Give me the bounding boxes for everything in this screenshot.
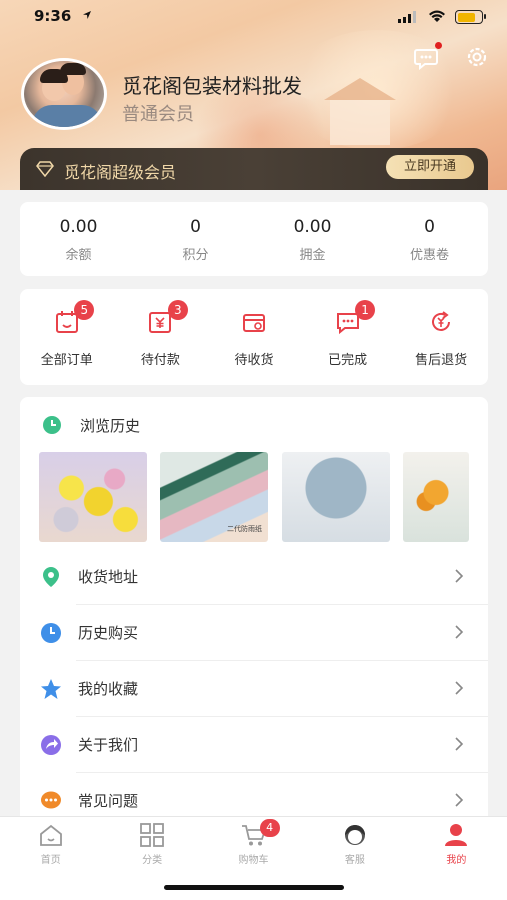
battery-icon bbox=[455, 10, 486, 24]
status-time: 9:36 bbox=[34, 7, 72, 25]
location-pin-icon bbox=[43, 567, 59, 587]
user-icon bbox=[445, 824, 468, 846]
stat-value: 0.00 bbox=[59, 217, 98, 237]
status-bar: 9:36 bbox=[0, 0, 507, 34]
order-label: 全部订单 bbox=[40, 353, 93, 368]
tab-home[interactable]: 首页 bbox=[0, 817, 101, 900]
order-badge: 5 bbox=[74, 300, 95, 320]
grid-icon bbox=[140, 823, 165, 847]
menu-label: 历史购买 bbox=[78, 624, 139, 642]
menu-label: 我的收藏 bbox=[78, 680, 139, 698]
tab-label: 客服 bbox=[344, 855, 365, 866]
tab-label: 购物车 bbox=[238, 855, 269, 866]
history-thumb-bouquet[interactable] bbox=[282, 452, 390, 542]
stat-value: 0.00 bbox=[293, 217, 332, 237]
vip-label: 觅花阁超级会员 bbox=[64, 163, 177, 182]
wifi-icon bbox=[429, 10, 445, 22]
service-agent-icon bbox=[344, 825, 365, 845]
cart-badge: 4 bbox=[259, 819, 280, 837]
avatar[interactable] bbox=[21, 58, 107, 130]
history-thumb-wrapping-paper[interactable]: 二代防雨纸 bbox=[160, 452, 268, 542]
menu-purchase-history[interactable]: 历史购买 bbox=[20, 605, 488, 661]
message-dot bbox=[435, 42, 442, 49]
order-completed[interactable]: 1 已完成 bbox=[301, 289, 395, 385]
order-all[interactable]: 5 全部订单 bbox=[20, 289, 114, 385]
order-label: 待收货 bbox=[234, 353, 274, 368]
chevron-right-icon bbox=[455, 625, 464, 639]
stat-label: 余额 bbox=[65, 248, 92, 263]
header-house-illustration bbox=[324, 78, 396, 145]
chevron-right-icon bbox=[455, 569, 464, 583]
order-label: 待付款 bbox=[140, 353, 180, 368]
star-icon bbox=[41, 679, 61, 699]
stat-balance[interactable]: 0.00 余额 bbox=[20, 202, 137, 276]
account-stats: 0.00 余额 0 积分 0.00 拥金 0 优惠卷 bbox=[20, 202, 488, 276]
order-badge: 1 bbox=[355, 300, 376, 320]
tab-label: 我的 bbox=[446, 855, 467, 866]
stat-coupons[interactable]: 0 优惠卷 bbox=[371, 202, 488, 276]
history-thumb-balloons[interactable] bbox=[39, 452, 147, 542]
chevron-right-icon bbox=[455, 681, 464, 695]
stat-label: 积分 bbox=[182, 248, 209, 263]
tab-label: 首页 bbox=[40, 855, 61, 866]
shop-name: 觅花阁包装材料批发 bbox=[122, 74, 302, 98]
order-label: 售后退货 bbox=[415, 353, 468, 368]
history-thumb-sunflowers[interactable] bbox=[403, 452, 469, 542]
vip-activate-button[interactable]: 立即开通 bbox=[386, 155, 474, 179]
thumb-caption: 二代防雨纸 bbox=[227, 525, 262, 533]
tab-label: 分类 bbox=[142, 855, 163, 866]
stat-points[interactable]: 0 积分 bbox=[137, 202, 254, 276]
stat-label: 优惠卷 bbox=[409, 248, 449, 263]
tab-mine[interactable]: 我的 bbox=[406, 817, 507, 900]
yen-refund-icon bbox=[432, 311, 451, 331]
member-level: 普通会员 bbox=[122, 104, 194, 125]
signal-icon bbox=[398, 11, 416, 23]
diamond-icon bbox=[36, 161, 54, 177]
package-icon bbox=[242, 314, 265, 332]
stat-label: 拥金 bbox=[299, 248, 326, 263]
home-indicator bbox=[164, 885, 344, 890]
menu-about-us[interactable]: 关于我们 bbox=[20, 717, 488, 773]
home-icon bbox=[39, 824, 62, 846]
stat-commission[interactable]: 0.00 拥金 bbox=[254, 202, 371, 276]
location-arrow-icon bbox=[83, 11, 91, 19]
menu-label: 关于我们 bbox=[78, 736, 139, 754]
order-badge: 3 bbox=[167, 300, 188, 320]
browse-history-title: 浏览历史 bbox=[80, 417, 141, 435]
gear-icon[interactable] bbox=[464, 44, 490, 70]
order-pending-payment[interactable]: 3 待付款 bbox=[114, 289, 208, 385]
order-shortcuts: 5 全部订单 3 待付款 待收货 1 已完成 售后退货 bbox=[20, 289, 488, 385]
menu-label: 收货地址 bbox=[78, 568, 139, 586]
order-after-sales[interactable]: 售后退货 bbox=[394, 289, 488, 385]
chat-dots-icon bbox=[41, 791, 61, 809]
chevron-right-icon bbox=[455, 793, 464, 807]
profile-header: 9:36 觅花阁包装材料批发 普通会员 觅花阁超级会员 立即开通 bbox=[0, 0, 507, 190]
order-pending-receipt[interactable]: 待收货 bbox=[207, 289, 301, 385]
main-menu-card: 浏览历史 二代防雨纸 收货地址 历史购买 我的收藏 关于我们 常见问题 bbox=[20, 397, 488, 817]
menu-label: 常见问题 bbox=[78, 792, 139, 810]
stat-value: 0 bbox=[424, 217, 435, 237]
order-label: 已完成 bbox=[328, 353, 368, 368]
chevron-right-icon bbox=[455, 737, 464, 751]
stat-value: 0 bbox=[190, 217, 201, 237]
menu-shipping-address[interactable]: 收货地址 bbox=[20, 549, 488, 605]
clock-icon bbox=[41, 623, 61, 643]
clock-icon bbox=[43, 416, 61, 434]
menu-favorites[interactable]: 我的收藏 bbox=[20, 661, 488, 717]
vip-banner: 觅花阁超级会员 立即开通 bbox=[20, 148, 488, 190]
share-arrow-icon bbox=[41, 735, 61, 755]
